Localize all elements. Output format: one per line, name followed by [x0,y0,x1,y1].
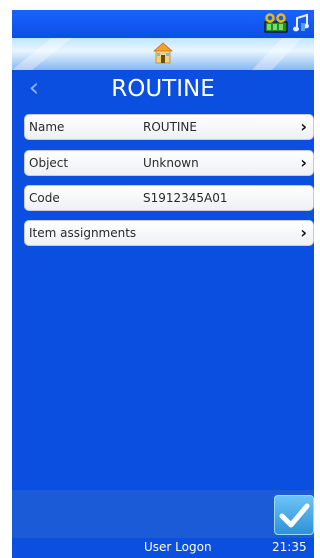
footer-bar: User Logon 21:35 [12,538,314,558]
chevron-right-icon: › [300,223,307,242]
checkmark-icon [279,503,310,528]
confirm-button[interactable] [274,495,314,535]
row-label: Name [29,120,65,134]
row-value: S1912345A01 [143,191,228,205]
device-status-icon [264,13,288,33]
sound-notes-icon [293,13,309,32]
row-value: Unknown [143,156,199,170]
status-bar [12,10,314,38]
chevron-right-icon: › [300,153,307,172]
bottom-bar [12,490,314,538]
row-code[interactable]: Code S1912345A01 [24,185,314,211]
app-screen: ‹ ROUTINE Name ROUTINE › Object Unknown … [12,10,314,558]
chevron-right-icon: › [300,117,307,136]
header-band [12,38,314,70]
row-label: Item assignments [29,226,137,240]
row-object[interactable]: Object Unknown › [24,150,314,176]
home-icon[interactable] [153,42,173,66]
row-label: Code [29,191,60,205]
row-name[interactable]: Name ROUTINE › [24,114,314,140]
clock-time: 21:35 [272,540,307,554]
user-logon-label[interactable]: User Logon [144,540,212,554]
row-value: ROUTINE [143,120,197,134]
row-item-assignments[interactable]: Item assignments › [24,220,314,246]
row-label: Object [29,156,69,170]
title-bar: ‹ ROUTINE [12,70,314,108]
page-title: ROUTINE [111,76,215,102]
